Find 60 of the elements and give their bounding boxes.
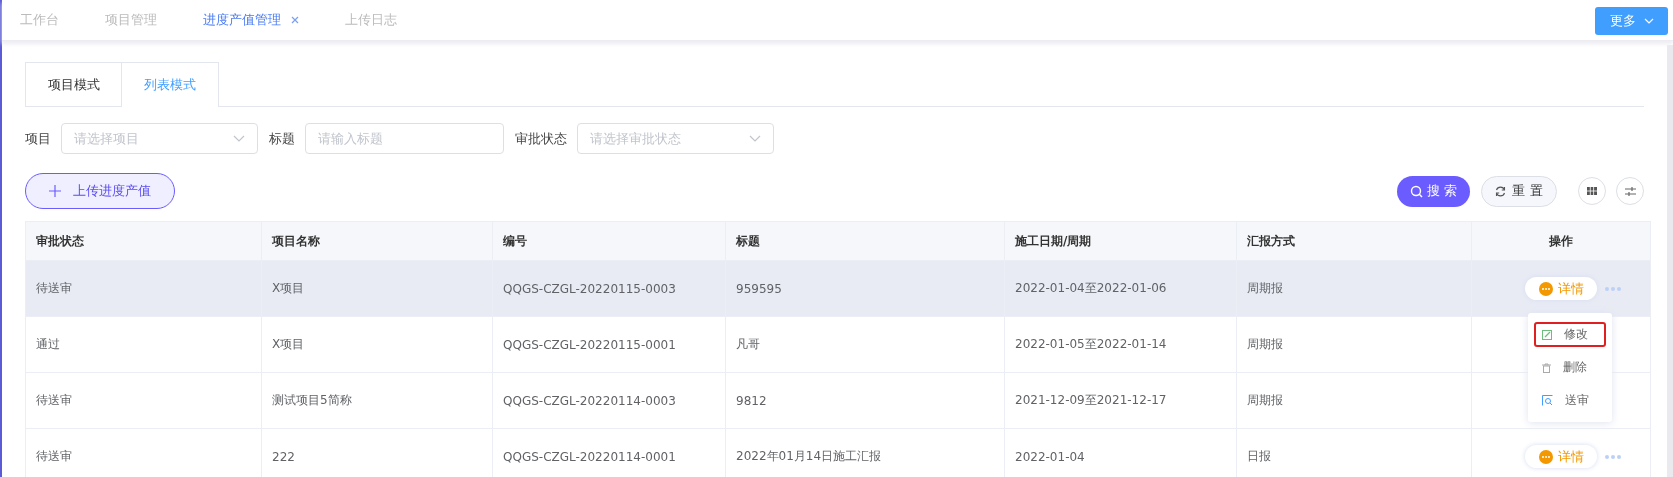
table-cell: QQGS-CZGL-20220115-0001 [492, 316, 726, 373]
table-cell: 周期报 [1236, 372, 1472, 429]
table-cell: 测试项目5简称 [261, 372, 493, 429]
table-cell: 待送审 [25, 372, 262, 429]
more-circle-icon [1538, 281, 1553, 296]
reset-button[interactable]: 重 置 [1481, 175, 1557, 207]
more-icon[interactable] [1605, 454, 1621, 459]
filter-label: 标题 [269, 129, 295, 148]
table-row[interactable]: 待送审 222 QQGS-CZGL-20220114-0001 2022年01月14日施工汇报 2022-01-04 日报 详情 [25, 428, 1651, 477]
trash-icon [1542, 362, 1551, 373]
column-header: 操作 [1471, 221, 1651, 261]
table-cell: 凡哥 [725, 316, 1005, 373]
magnifier-document-icon [1542, 395, 1553, 406]
table-row[interactable]: 待送审 X项目 QQGS-CZGL-20220115-0003 959595 2022-01-04至2022-01-06 周期报 详情 [25, 260, 1651, 317]
table-cell: X项目 [261, 316, 493, 373]
column-header: 施工日期/周期 [1004, 221, 1237, 261]
table-cell: 2022-01-04至2022-01-06 [1004, 260, 1237, 317]
table-cell: 2021-12-09至2021-12-17 [1004, 372, 1237, 429]
more-button[interactable]: 更多 [1595, 7, 1668, 35]
table-cell: 2022-01-05至2022-01-14 [1004, 316, 1237, 373]
column-header: 标题 [725, 221, 1005, 261]
filter-label: 审批状态 [515, 129, 567, 148]
column-settings-button[interactable] [1578, 177, 1606, 205]
filter-settings-button[interactable] [1616, 177, 1644, 205]
mode-tab[interactable]: 项目模式 [25, 62, 122, 106]
search-button[interactable]: 搜 索 [1397, 175, 1470, 207]
detail-button[interactable]: 详情 [1525, 277, 1597, 300]
table-cell: 周期报 [1236, 316, 1472, 373]
column-header: 编号 [492, 221, 726, 261]
table-cell: 周期报 [1236, 260, 1472, 317]
table-cell: 待送审 [25, 260, 262, 317]
column-header: 审批状态 [25, 221, 262, 261]
edit-icon [1542, 329, 1552, 340]
column-header: 汇报方式 [1236, 221, 1472, 261]
table-cell: QQGS-CZGL-20220115-0003 [492, 260, 726, 317]
detail-button[interactable]: 详情 [1525, 445, 1597, 468]
refresh-icon [1495, 185, 1507, 197]
menu-item[interactable]: 修改 [1534, 322, 1606, 347]
search-icon [1409, 184, 1423, 198]
grid-icon [1587, 187, 1597, 195]
menu-item[interactable]: 送审 [1534, 388, 1606, 413]
table-cell: 通过 [25, 316, 262, 373]
table-cell: 待送审 [25, 428, 262, 477]
more-circle-icon [1538, 449, 1553, 464]
mode-tab[interactable]: 列表模式 [122, 62, 219, 107]
filter-label: 项目 [25, 129, 51, 148]
more-icon[interactable] [1605, 286, 1621, 291]
page-tab[interactable]: 进度产值管理 [203, 11, 299, 29]
plus-icon [49, 185, 61, 197]
sliders-icon [1624, 186, 1636, 196]
upload-button[interactable]: 上传进度产值 [25, 173, 175, 209]
column-header: 项目名称 [261, 221, 493, 261]
table-cell: 959595 [725, 260, 1005, 317]
table-cell: X项目 [261, 260, 493, 317]
close-icon [291, 16, 299, 24]
chevron-down-icon [749, 134, 761, 143]
table-cell: 9812 [725, 372, 1005, 429]
table-cell: QQGS-CZGL-20220114-0003 [492, 372, 726, 429]
chevron-down-icon [233, 134, 245, 143]
chevron-down-icon [1643, 18, 1654, 24]
